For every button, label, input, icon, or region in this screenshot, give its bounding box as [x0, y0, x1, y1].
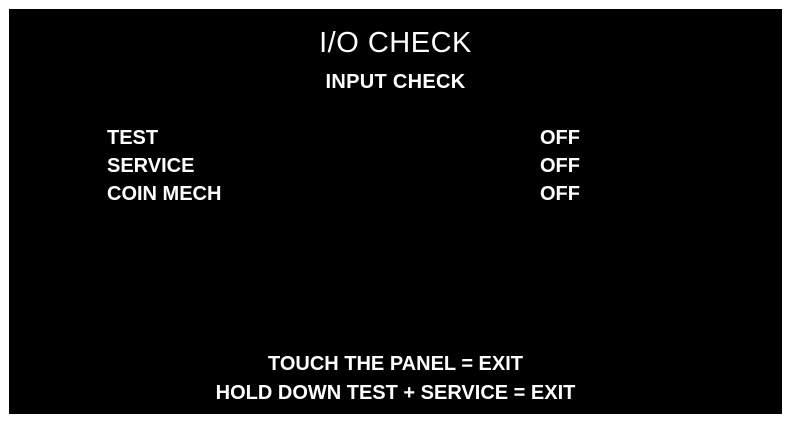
input-label-service: SERVICE: [107, 155, 195, 177]
input-row-test: TEST OFF: [107, 127, 707, 155]
input-status-test: OFF: [540, 127, 580, 149]
page-subtitle: INPUT CHECK: [325, 71, 466, 93]
exit-instruction-buttons: HOLD DOWN TEST + SERVICE = EXIT: [215, 382, 576, 404]
input-status-service: OFF: [540, 155, 580, 177]
page-title: I/O CHECK: [319, 27, 472, 59]
input-label-coin-mech: COIN MECH: [107, 183, 222, 205]
input-list: TEST OFF SERVICE OFF COIN MECH OFF: [107, 127, 707, 211]
exit-instruction-touch: TOUCH THE PANEL = EXIT: [267, 353, 524, 375]
input-row-service: SERVICE OFF: [107, 155, 707, 183]
input-label-test: TEST: [107, 127, 159, 149]
input-status-coin-mech: OFF: [540, 183, 580, 205]
input-row-coin-mech: COIN MECH OFF: [107, 183, 707, 211]
io-check-screen[interactable]: I/O CHECK INPUT CHECK TEST OFF SERVICE O…: [9, 9, 782, 414]
